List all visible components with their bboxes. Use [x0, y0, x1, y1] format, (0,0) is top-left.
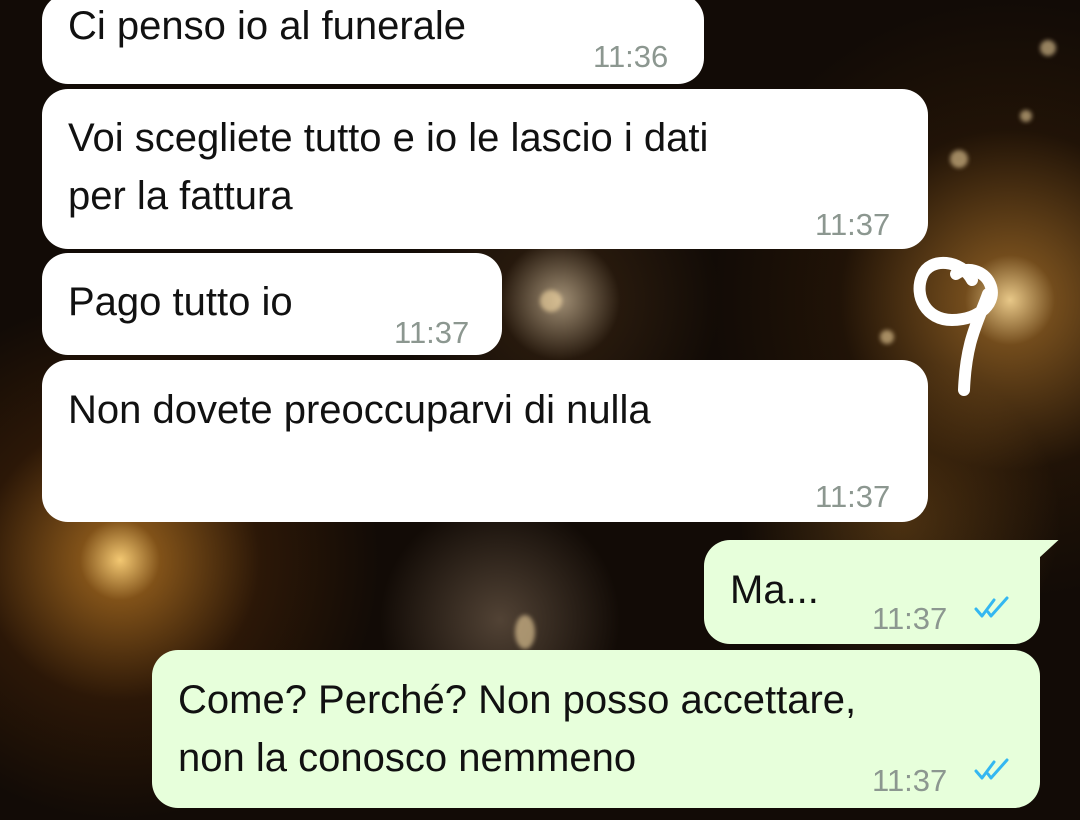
read-double-check-icon [974, 758, 1009, 780]
background-sparkle [1040, 40, 1056, 56]
background-sparkle [1020, 110, 1032, 122]
message-bubble-outgoing[interactable]: Ma... 11:37 [704, 540, 1040, 644]
message-timestamp: 11:37 [815, 207, 891, 242]
hand-drawn-doodle [913, 256, 998, 396]
message-bubble-incoming[interactable]: Non dovete preoccuparvi di nulla 11:37 [42, 360, 928, 522]
message-bubble-outgoing[interactable]: Come? Perché? Non posso accettare, non l… [152, 650, 1040, 808]
message-timestamp: 11:37 [872, 601, 948, 636]
message-timestamp: 11:37 [872, 763, 948, 798]
message-text: Ma... [730, 568, 819, 612]
background-sparkle [540, 290, 562, 312]
message-text: Ci penso io al funerale [68, 4, 467, 48]
message-bubble-incoming[interactable]: Voi scegliete tutto e io le lascio i dat… [42, 89, 928, 249]
read-double-check-icon [974, 596, 1009, 618]
message-timestamp: 11:37 [394, 315, 470, 350]
message-text: Pago tutto io [68, 280, 293, 324]
background-sparkle [880, 330, 894, 344]
message-bubble-incoming[interactable]: Ci penso io al funerale 11:36 [42, 0, 704, 84]
message-text-line: Voi scegliete tutto e io le lascio i dat… [68, 116, 709, 160]
message-text-line: Come? Perché? Non posso accettare, [178, 678, 857, 722]
bubble-tail [1036, 540, 1059, 561]
message-text: Non dovete preoccuparvi di nulla [68, 388, 651, 432]
message-text-line: per la fattura [68, 174, 293, 218]
message-timestamp: 11:37 [815, 479, 891, 514]
message-text-line: non la conosco nemmeno [178, 736, 637, 780]
message-timestamp: 11:36 [593, 39, 669, 74]
background-sparkle [950, 150, 968, 168]
background-sparkle [515, 615, 535, 649]
message-bubble-incoming[interactable]: Pago tutto io 11:37 [42, 253, 502, 355]
